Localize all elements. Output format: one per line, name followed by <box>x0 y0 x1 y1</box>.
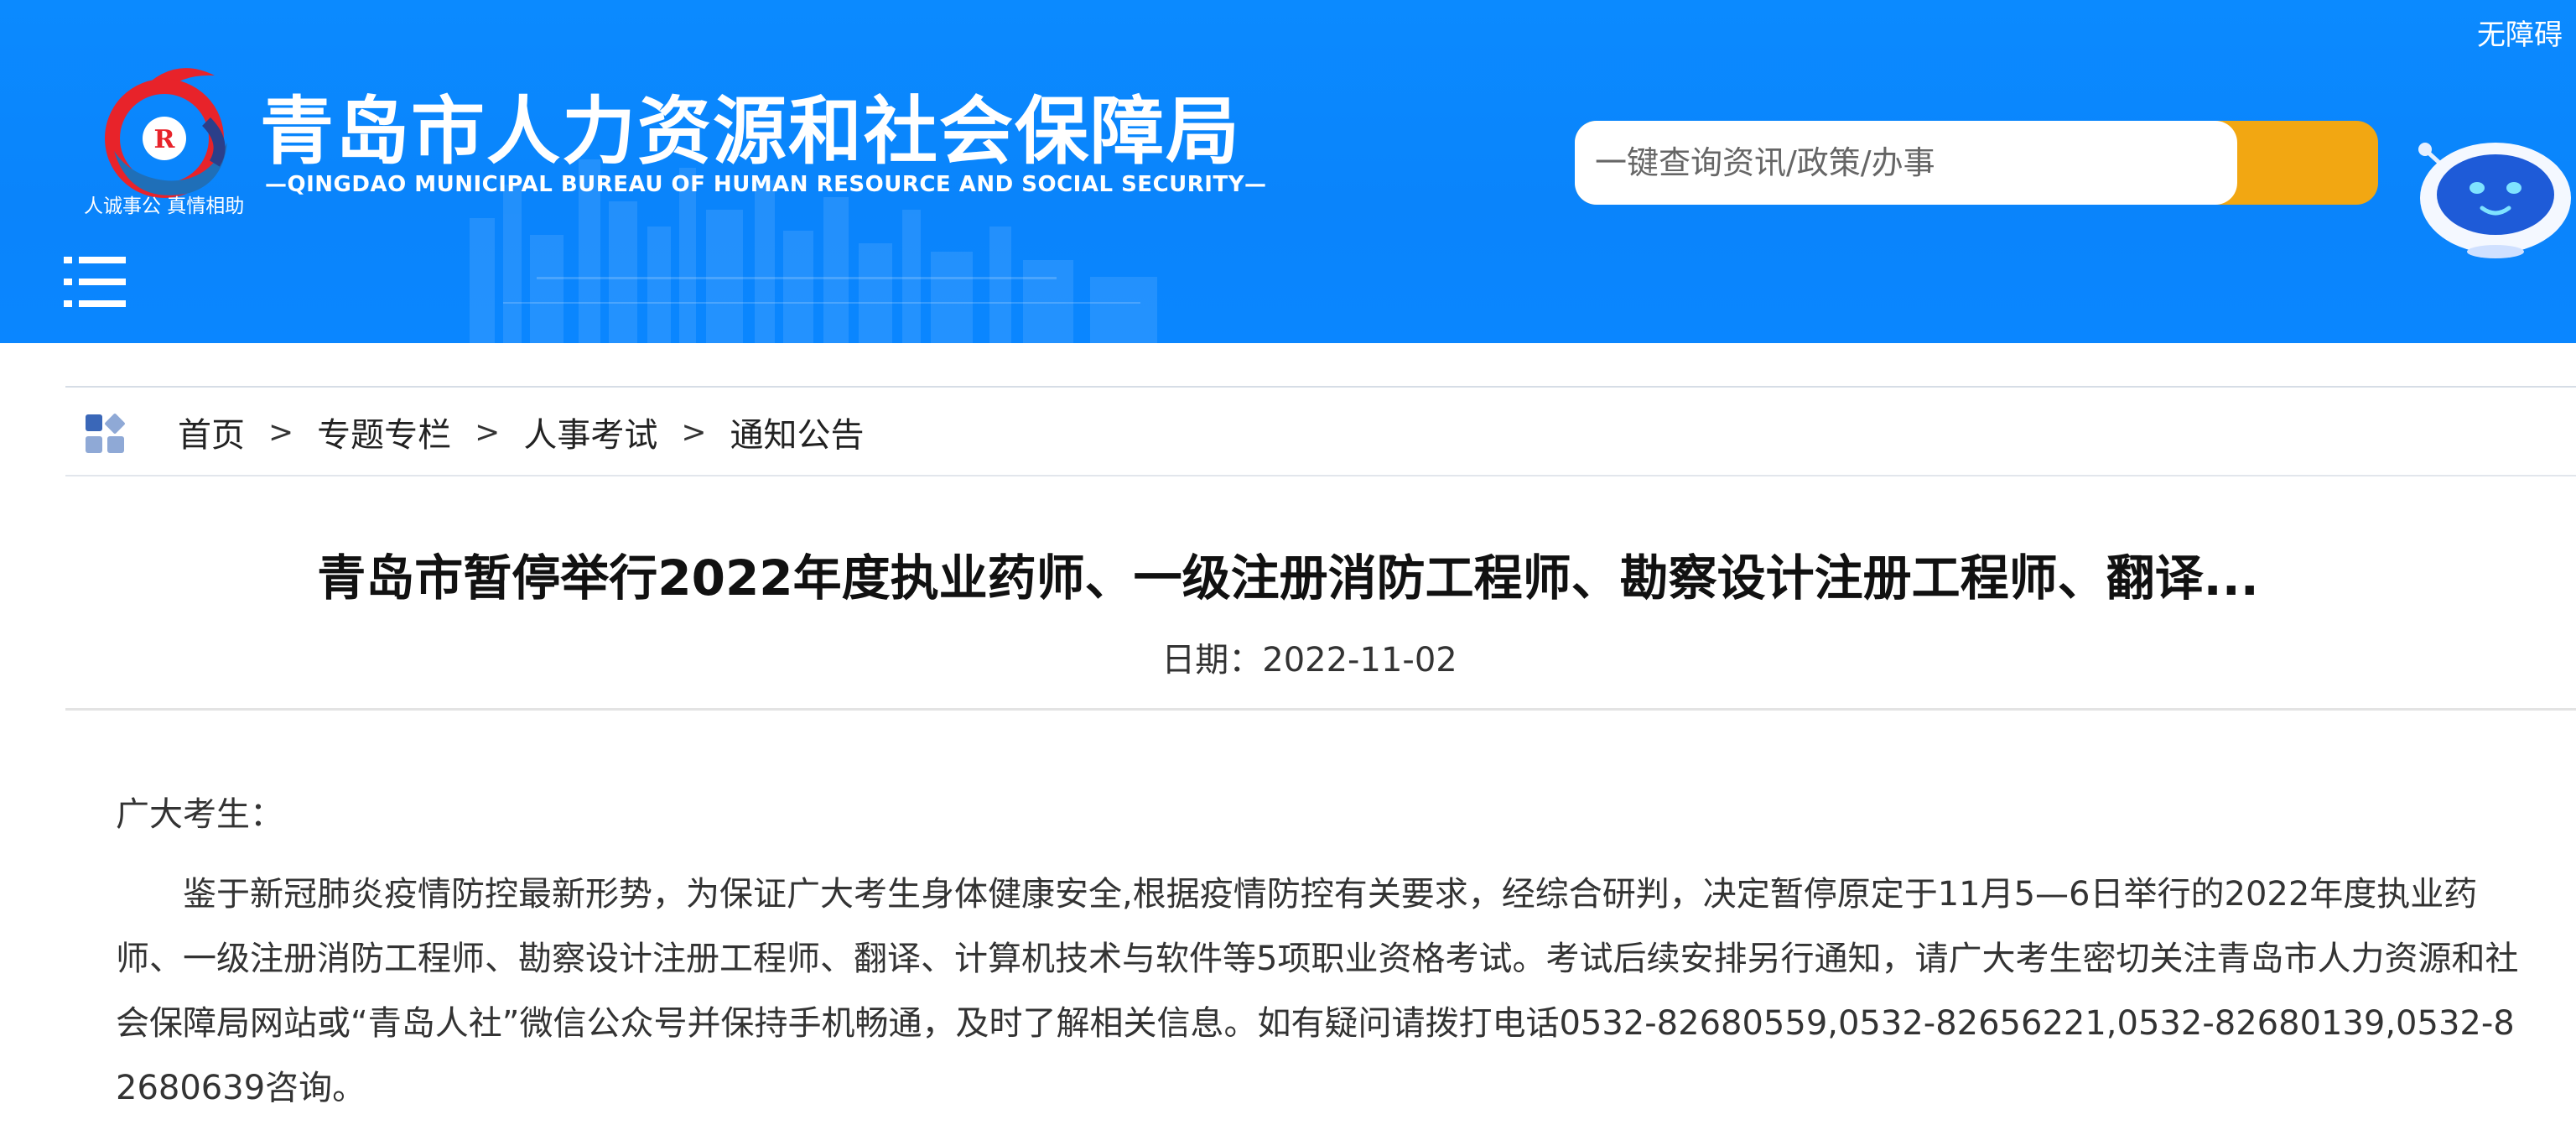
article-greeting: 广大考生： <box>116 795 283 834</box>
breadcrumb-notices[interactable]: 通知公告 <box>730 408 865 456</box>
breadcrumb-separator: > <box>681 414 707 450</box>
accessibility-link[interactable]: 无障碍 <box>2477 12 2563 53</box>
assistant-robot-icon[interactable] <box>2412 134 2571 260</box>
site-header: 无障碍 R 人诚事公 真情相助 青岛市人力资源和社会保障局 —QINGDAO M… <box>0 0 2576 343</box>
logo-motto: 人诚事公 真情相助 <box>84 195 245 217</box>
breadcrumb-special-topics[interactable]: 专题专栏 <box>317 408 451 456</box>
breadcrumb: 首页 > 专题专栏 > 人事考试 > 通知公告 <box>65 386 2576 476</box>
article-date: 日期：2022-11-02 <box>1161 641 1457 680</box>
site-title: 青岛市人力资源和社会保障局 <box>260 88 1242 174</box>
breadcrumb-separator: > <box>475 414 501 450</box>
breadcrumb-home[interactable]: 首页 <box>178 408 245 456</box>
search-box <box>1575 121 2378 205</box>
hamburger-list-icon[interactable] <box>64 253 127 312</box>
article-title: 青岛市暂停举行2022年度执业药师、一级注册消防工程师、勘察设计注册工程师、翻译… <box>317 549 2259 607</box>
article-body: 鉴于新冠肺炎疫情防控最新形势，为保证广大考生身体健康安全,根据疫情防控有关要求，… <box>116 875 2519 1107</box>
search-input[interactable] <box>1575 121 2237 205</box>
site-subtitle: —QINGDAO MUNICIPAL BUREAU OF HUMAN RESOU… <box>265 172 1267 197</box>
grid-apps-icon <box>86 414 125 453</box>
divider <box>65 708 2576 711</box>
search-button[interactable] <box>2237 121 2378 205</box>
breadcrumb-separator: > <box>268 414 294 450</box>
breadcrumb-personnel-exams[interactable]: 人事考试 <box>523 408 657 456</box>
svg-text:R: R <box>154 125 176 154</box>
